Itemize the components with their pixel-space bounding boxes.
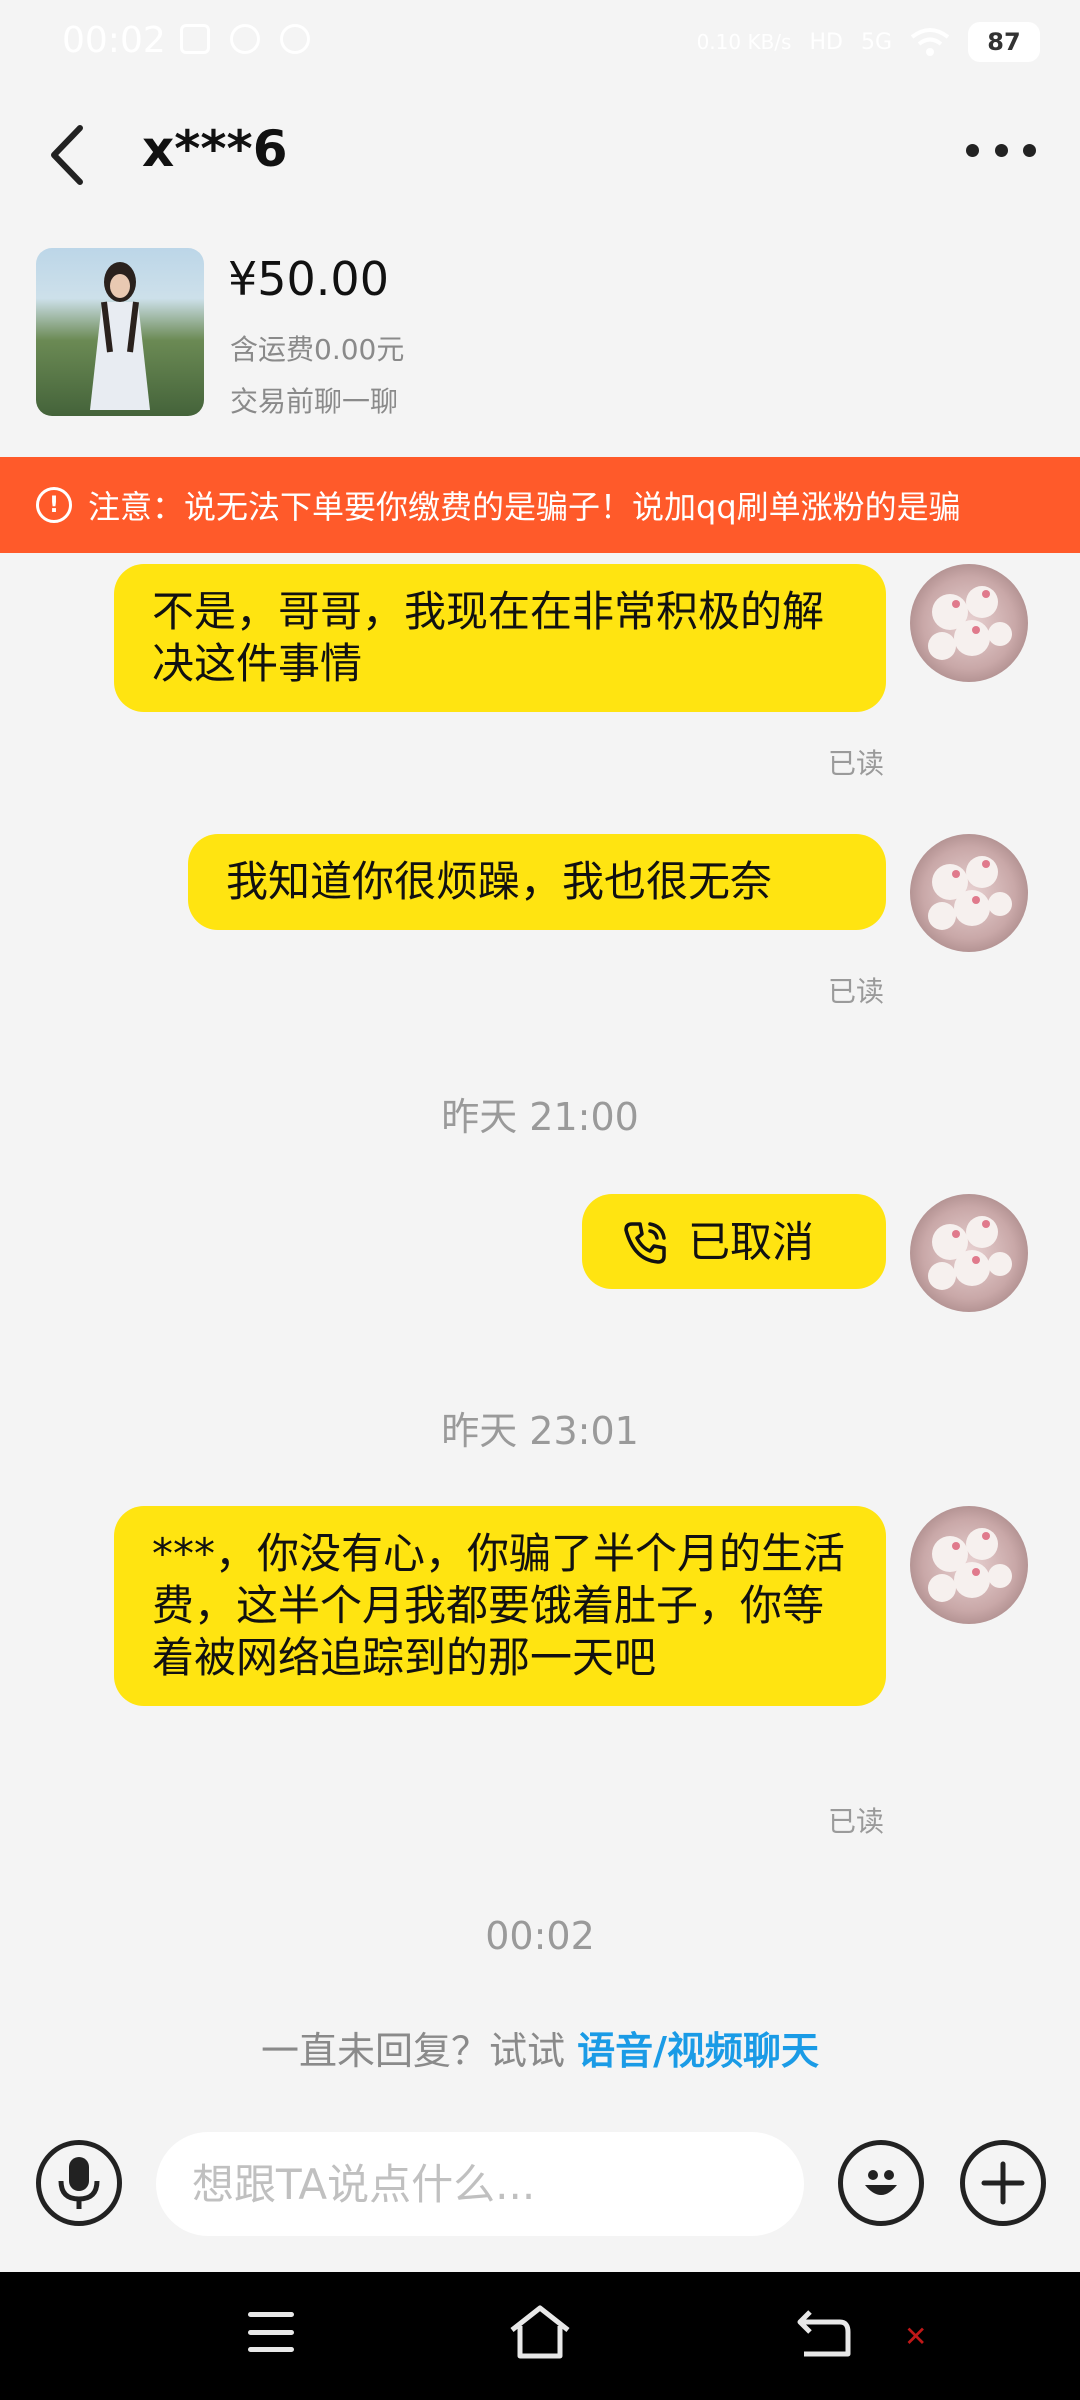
suggestion-prefix: 一直未回复？试试 <box>261 2029 578 2073</box>
page-title: x***6 <box>142 120 288 178</box>
chat-header: x***6 <box>0 100 1080 210</box>
voice-input-button[interactable] <box>36 2140 122 2226</box>
message-input[interactable] <box>156 2132 804 2236</box>
product-image[interactable] <box>36 248 204 416</box>
more-dots-icon <box>966 143 979 157</box>
read-status: 已读 <box>827 975 884 1008</box>
avatar[interactable] <box>910 834 1028 952</box>
call-bubble[interactable]: 已取消 <box>582 1194 886 1289</box>
app-icon <box>230 24 260 54</box>
system-icons: 0.10 KB/s HD 5G 87 <box>697 22 1040 62</box>
wifi-icon <box>910 28 950 56</box>
watermark-logo: ✕ <box>904 2318 1024 2354</box>
info-icon <box>280 24 310 54</box>
avatar[interactable] <box>910 564 1028 682</box>
shipping-fee: 含运费0.00元 <box>230 333 405 366</box>
message-text: 不是，哥哥，我现在在非常积极的解决这件事情 <box>152 587 825 688</box>
status-time: 00:02 <box>62 20 166 61</box>
avatar-image <box>928 856 1012 930</box>
watermark-icon: ✕ <box>904 2319 928 2353</box>
avatar-image <box>928 586 1012 660</box>
voice-video-chat-link[interactable]: 语音/视频聊天 <box>577 2029 819 2073</box>
signal-icon: 5G <box>860 29 892 55</box>
warning-text: 注意：说无法下单要你缴费的是骗子！说加qq刷单涨粉的是骗 <box>88 488 961 526</box>
input-bar <box>0 2118 1080 2248</box>
back-nav-button[interactable] <box>796 2306 852 2358</box>
product-card[interactable]: ¥50.00 含运费0.00元 交易前聊一聊 <box>0 248 1080 428</box>
warning-banner: ! 注意：说无法下单要你缴费的是骗子！说加qq刷单涨粉的是骗 <box>0 457 1080 553</box>
message-bubble[interactable]: 不是，哥哥，我现在在非常积极的解决这件事情 <box>114 564 886 712</box>
message-text: 我知道你很烦躁，我也很无奈 <box>226 857 773 906</box>
avatar[interactable] <box>910 1194 1028 1312</box>
product-photo-figure <box>90 262 150 410</box>
read-status: 已读 <box>827 747 884 780</box>
system-nav-bar: ✕ <box>0 2272 1080 2400</box>
phone-call-icon <box>624 1221 666 1264</box>
status-bar: 00:02 0.10 KB/s HD 5G 87 <box>0 0 1080 84</box>
message-icon <box>180 24 210 54</box>
chevron-left-icon <box>51 125 83 185</box>
recent-apps-button[interactable] <box>248 2312 294 2352</box>
call-suggestion: 一直未回复？试试 语音/视频聊天 <box>0 2020 1080 2075</box>
home-icon <box>510 2305 570 2359</box>
more-button[interactable] <box>966 138 1036 162</box>
microphone-icon <box>58 2157 100 2209</box>
menu-icon <box>248 2312 294 2317</box>
home-button[interactable] <box>508 2304 572 2360</box>
timestamp: 00:02 <box>485 1914 595 1958</box>
timestamp: 昨天 23:01 <box>441 1409 639 1453</box>
avatar[interactable] <box>910 1506 1028 1624</box>
chat-hint: 交易前聊一聊 <box>230 385 399 418</box>
avatar-image <box>928 1216 1012 1290</box>
timestamp: 昨天 21:00 <box>441 1095 639 1139</box>
call-status-text: 已取消 <box>688 1217 815 1267</box>
avatar-image <box>928 1528 1012 1602</box>
battery-indicator: 87 <box>968 22 1040 62</box>
message-text: ***，你没有心，你骗了半个月的生活费，这半个月我都要饿着肚子，你等着被网络追踪… <box>152 1529 846 1682</box>
back-arrow-icon <box>797 2310 851 2357</box>
hd-icon: HD <box>809 29 843 55</box>
emoji-icon <box>865 2170 897 2195</box>
plus-icon <box>981 2161 1025 2205</box>
more-actions-button[interactable] <box>960 2140 1046 2226</box>
message-bubble[interactable]: 我知道你很烦躁，我也很无奈 <box>188 834 886 930</box>
read-status: 已读 <box>827 1805 884 1838</box>
product-price: ¥50.00 <box>228 252 389 306</box>
back-button[interactable] <box>40 120 96 190</box>
notification-icons <box>180 24 310 54</box>
network-speed: 0.10 KB/s <box>696 30 792 54</box>
alert-circle-icon: ! <box>36 487 72 523</box>
message-bubble[interactable]: ***，你没有心，你骗了半个月的生活费，这半个月我都要饿着肚子，你等着被网络追踪… <box>114 1506 886 1706</box>
emoji-button[interactable] <box>838 2140 924 2226</box>
